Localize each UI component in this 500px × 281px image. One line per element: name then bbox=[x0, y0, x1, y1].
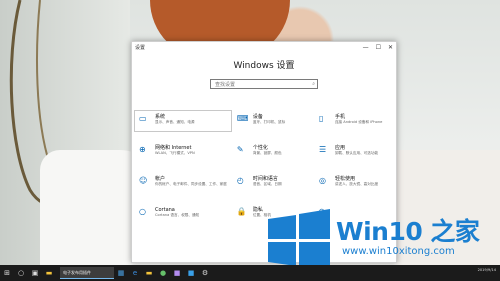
item-desc: 语音、区域、日期 bbox=[252, 182, 282, 186]
taskbar: ⊞ ○ ▣ ▬ 电子发布用插件 ▦ e ▬ ● ■ ■ ⚙ 2019/9/14 bbox=[0, 265, 500, 281]
explorer-icon[interactable]: ▬ bbox=[142, 265, 156, 281]
task-view-icon[interactable]: ▣ bbox=[28, 265, 42, 281]
lock-icon: 🔒 bbox=[236, 207, 247, 216]
phone-icon: ▯ bbox=[318, 114, 324, 123]
brush-icon: ✎ bbox=[236, 145, 244, 154]
settings-item-ease-of-access[interactable]: ◎ 轻松使用 讲述人、放大镜、高对比度 bbox=[314, 172, 396, 194]
item-desc: 连接 Android 设备和 iPhone bbox=[334, 120, 383, 124]
search-input[interactable]: 查找设置 ⌕ bbox=[210, 79, 318, 89]
settings-item-time-language[interactable]: ◴ 时间和语言 语音、区域、日期 bbox=[232, 172, 314, 194]
store-icon[interactable]: ▦ bbox=[114, 265, 128, 281]
settings-item-devices[interactable]: ⌨ 设备 蓝牙、打印机、鼠标 bbox=[232, 110, 314, 132]
item-desc: 背景、锁屏、颜色 bbox=[252, 151, 282, 155]
gamepad-icon: ◎ bbox=[318, 176, 326, 185]
maximize-button[interactable]: ☐ bbox=[376, 44, 381, 51]
ps-icon[interactable]: ■ bbox=[184, 265, 198, 281]
clock-date: 2019/9/14 bbox=[477, 268, 496, 272]
pr-icon[interactable]: ■ bbox=[170, 265, 184, 281]
title-bar[interactable]: 设置 — ☐ ✕ bbox=[132, 42, 396, 52]
settings-grid: ▭ 系统 显示、声音、通知、电源 ⌨ 设备 蓝牙、打印机、鼠标 ▯ 手机 连接 And… bbox=[134, 110, 396, 225]
settings-item-system[interactable]: ▭ 系统 显示、声音、通知、电源 bbox=[134, 110, 232, 132]
search-icon: ⌕ bbox=[312, 81, 315, 87]
item-desc: 卸载、默认应用、可选功能 bbox=[334, 151, 379, 155]
page-title: Windows 设置 bbox=[233, 61, 295, 71]
minimize-button[interactable]: — bbox=[363, 44, 369, 51]
item-desc: 你的帐户、电子邮件、同步设置、工作、家庭 bbox=[155, 182, 227, 186]
edge-icon[interactable]: e bbox=[128, 265, 142, 281]
close-button[interactable]: ✕ bbox=[388, 44, 393, 51]
laptop-icon: ▭ bbox=[139, 114, 147, 123]
window-controls: — ☐ ✕ bbox=[363, 44, 393, 51]
clock-language-icon: ◴ bbox=[236, 176, 244, 185]
item-desc: WLAN、飞行模式、VPN bbox=[155, 151, 195, 155]
item-desc: 显示、声音、通知、电源 bbox=[155, 120, 195, 124]
search-icon[interactable]: ○ bbox=[14, 265, 28, 281]
window-title: 设置 bbox=[135, 44, 146, 51]
taskbar-window-button[interactable]: 电子发布用插件 bbox=[60, 267, 114, 279]
app-icon[interactable]: ● bbox=[156, 265, 170, 281]
settings-item-cortana[interactable]: ○ Cortana Cortana 语言、权限、通知 bbox=[134, 203, 232, 225]
watermark-site: www.win10xitong.com bbox=[342, 246, 455, 257]
apps-icon: ☰ bbox=[318, 145, 327, 154]
settings-gear-icon[interactable]: ⚙ bbox=[198, 265, 212, 281]
settings-item-accounts[interactable]: ☺ 帐户 你的帐户、电子邮件、同步设置、工作、家庭 bbox=[134, 172, 232, 194]
settings-item-apps[interactable]: ☰ 应用 卸载、默认应用、可选功能 bbox=[314, 141, 396, 163]
settings-item-phone[interactable]: ▯ 手机 连接 Android 设备和 iPhone bbox=[314, 110, 396, 132]
search-placeholder: 查找设置 bbox=[215, 81, 236, 88]
keyboard-icon: ⌨ bbox=[236, 114, 249, 123]
item-desc: 讲述人、放大镜、高对比度 bbox=[334, 182, 379, 186]
taskbar-clock[interactable]: 2019/9/14 bbox=[478, 267, 496, 273]
cortana-icon: ○ bbox=[139, 207, 146, 216]
settings-item-personalization[interactable]: ✎ 个性化 背景、锁屏、颜色 bbox=[232, 141, 314, 163]
item-desc: 蓝牙、打印机、鼠标 bbox=[252, 120, 286, 124]
settings-item-network[interactable]: ⊕ 网络和 Internet WLAN、飞行模式、VPN bbox=[134, 141, 232, 163]
watermark-brand: Win10 之家 bbox=[336, 217, 480, 246]
person-icon: ☺ bbox=[139, 176, 148, 185]
item-desc: Cortana 语言、权限、通知 bbox=[155, 213, 200, 217]
folder-icon[interactable]: ▬ bbox=[42, 265, 56, 281]
globe-icon: ⊕ bbox=[139, 145, 146, 154]
start-windows-icon[interactable]: ⊞ bbox=[0, 265, 14, 281]
